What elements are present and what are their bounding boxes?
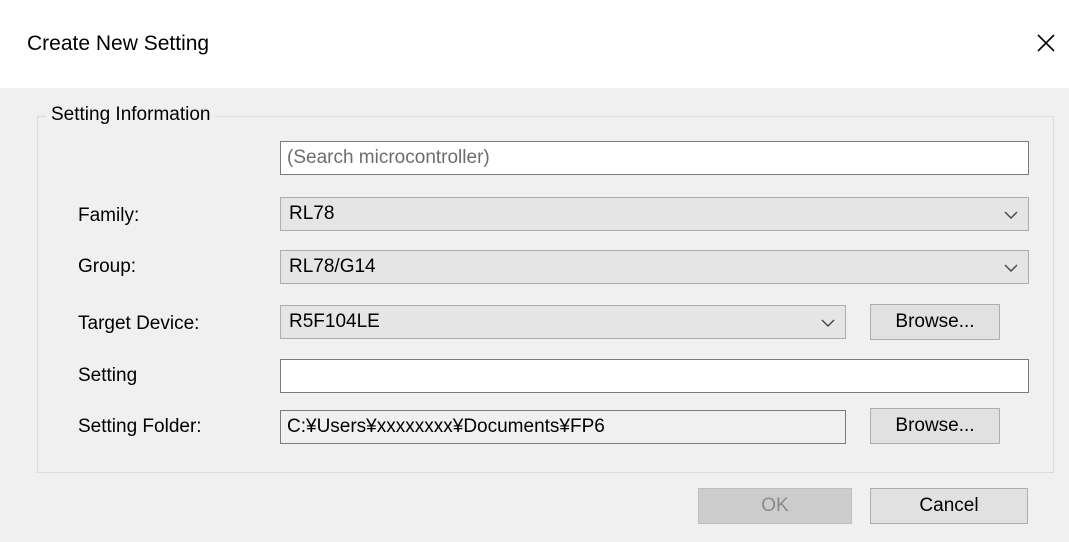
chevron-down-icon — [821, 319, 835, 327]
title-bar: Create New Setting — [0, 0, 1069, 88]
target-device-value: R5F104LE — [289, 311, 380, 332]
setting-name-input[interactable] — [280, 359, 1029, 393]
setting-folder-input[interactable] — [280, 410, 846, 444]
close-icon — [1037, 34, 1055, 52]
close-button[interactable] — [1023, 20, 1069, 66]
chevron-down-icon — [1004, 211, 1018, 219]
group-select[interactable]: RL78/G14 — [280, 250, 1029, 284]
family-label: Family: — [78, 205, 140, 226]
family-value: RL78 — [289, 203, 335, 224]
group-label: Group: — [78, 256, 137, 277]
group-value: RL78/G14 — [289, 256, 376, 277]
dialog-title: Create New Setting — [27, 32, 210, 55]
ok-button[interactable]: OK — [698, 488, 852, 524]
target-device-select[interactable]: R5F104LE — [280, 305, 846, 339]
target-device-label: Target Device: — [78, 313, 200, 334]
setting-folder-label: Setting Folder: — [78, 416, 202, 437]
chevron-down-icon — [1004, 264, 1018, 272]
browse-folder-button[interactable]: Browse... — [870, 408, 1000, 444]
browse-device-button[interactable]: Browse... — [870, 304, 1000, 340]
cancel-button[interactable]: Cancel — [870, 488, 1028, 524]
family-select[interactable]: RL78 — [280, 197, 1029, 231]
create-new-setting-dialog: Create New Setting Setting Information F… — [0, 0, 1069, 542]
group-legend: Setting Information — [46, 102, 216, 128]
search-microcontroller-input[interactable] — [280, 141, 1029, 175]
setting-label: Setting — [78, 365, 138, 386]
